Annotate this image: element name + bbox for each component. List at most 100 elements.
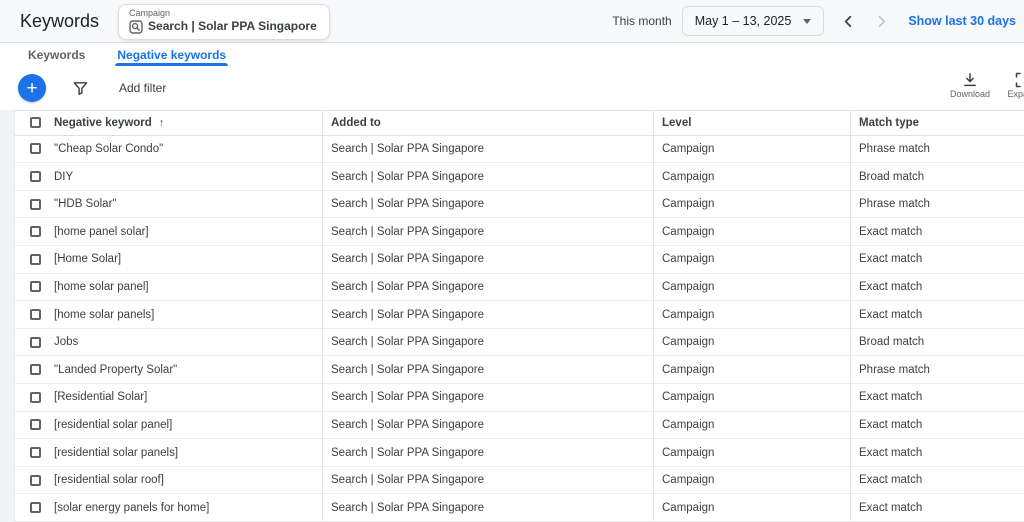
match-type-cell: Exact match <box>851 246 1024 273</box>
campaign-scope-chip[interactable]: Campaign Search | Solar PPA Singapore <box>118 4 330 40</box>
row-checkbox[interactable] <box>30 309 41 320</box>
match-type-cell: Exact match <box>851 412 1024 439</box>
match-type-cell: Exact match <box>851 301 1024 328</box>
previous-period-button[interactable] <box>840 13 857 30</box>
added-to-cell: Search | Solar PPA Singapore <box>323 439 654 466</box>
table-row[interactable]: "Landed Property Solar" Search | Solar P… <box>15 356 1024 384</box>
table-row[interactable]: DIY Search | Solar PPA Singapore Campaig… <box>15 163 1024 191</box>
table-row[interactable]: [solar energy panels for home] Search | … <box>15 494 1024 522</box>
add-negative-keyword-button[interactable]: + <box>18 74 46 102</box>
row-checkbox[interactable] <box>30 143 41 154</box>
table-row[interactable]: Jobs Search | Solar PPA Singapore Campai… <box>15 329 1024 357</box>
level-cell: Campaign <box>654 439 851 466</box>
filter-button[interactable] <box>72 80 89 97</box>
expand-icon <box>1015 72 1024 88</box>
added-to-cell: Search | Solar PPA Singapore <box>323 467 654 494</box>
download-icon <box>962 72 978 88</box>
column-header-level[interactable]: Level <box>654 111 851 135</box>
match-type-cell: Exact match <box>851 439 1024 466</box>
date-range-picker[interactable]: May 1 – 13, 2025 <box>682 6 825 36</box>
table-row[interactable]: [home solar panels] Search | Solar PPA S… <box>15 301 1024 329</box>
table-row[interactable]: [home panel solar] Search | Solar PPA Si… <box>15 218 1024 246</box>
table-row[interactable]: [residential solar roof] Search | Solar … <box>15 467 1024 495</box>
show-last-30-days-link[interactable]: Show last 30 days <box>908 14 1016 28</box>
date-range-value: May 1 – 13, 2025 <box>695 14 792 28</box>
row-checkbox[interactable] <box>30 475 41 486</box>
level-cell: Campaign <box>654 384 851 411</box>
match-type-cell: Phrase match <box>851 356 1024 383</box>
added-to-cell: Search | Solar PPA Singapore <box>323 246 654 273</box>
next-period-button[interactable] <box>873 13 890 30</box>
row-checkbox[interactable] <box>30 226 41 237</box>
date-preset-label: This month <box>612 14 671 28</box>
match-type-cell: Exact match <box>851 274 1024 301</box>
negative-keyword-cell: Jobs <box>54 336 78 348</box>
row-checkbox[interactable] <box>30 281 41 292</box>
level-cell: Campaign <box>654 218 851 245</box>
negative-keyword-cell: [Residential Solar] <box>54 391 147 403</box>
table-row[interactable]: [home solar panel] Search | Solar PPA Si… <box>15 274 1024 302</box>
level-cell: Campaign <box>654 274 851 301</box>
table-row[interactable]: [residential solar panels] Search | Sola… <box>15 439 1024 467</box>
negative-keyword-cell: [residential solar panel] <box>54 419 172 431</box>
level-cell: Campaign <box>654 356 851 383</box>
negative-keyword-cell: "Cheap Solar Condo" <box>54 143 163 155</box>
download-button[interactable]: Download <box>950 72 990 99</box>
tab-keywords[interactable]: Keywords <box>26 43 87 66</box>
keywords-tab-bar: Keywords Negative keywords <box>0 43 1024 66</box>
level-cell: Campaign <box>654 467 851 494</box>
add-filter-button[interactable]: Add filter <box>119 81 166 95</box>
tab-negative-keywords[interactable]: Negative keywords <box>115 43 228 66</box>
expand-button[interactable]: Expand <box>1007 72 1024 99</box>
table-row[interactable]: "Cheap Solar Condo" Search | Solar PPA S… <box>15 136 1024 164</box>
negative-keyword-cell: [home solar panel] <box>54 281 149 293</box>
row-checkbox[interactable] <box>30 392 41 403</box>
added-to-cell: Search | Solar PPA Singapore <box>323 412 654 439</box>
negative-keyword-cell: [Home Solar] <box>54 253 121 265</box>
added-to-cell: Search | Solar PPA Singapore <box>323 356 654 383</box>
chevron-right-icon <box>873 13 890 30</box>
added-to-cell: Search | Solar PPA Singapore <box>323 494 654 521</box>
row-checkbox[interactable] <box>30 171 41 182</box>
plus-icon: + <box>26 79 37 98</box>
download-label: Download <box>950 89 990 99</box>
negative-keyword-cell: [residential solar panels] <box>54 447 178 459</box>
select-all-checkbox[interactable] <box>30 117 41 128</box>
row-checkbox[interactable] <box>30 419 41 430</box>
added-to-cell: Search | Solar PPA Singapore <box>323 136 654 163</box>
row-checkbox[interactable] <box>30 337 41 348</box>
chevron-left-icon <box>840 13 857 30</box>
column-header-added-to[interactable]: Added to <box>323 111 654 135</box>
left-gutter <box>0 110 14 522</box>
match-type-cell: Phrase match <box>851 191 1024 218</box>
row-checkbox[interactable] <box>30 254 41 265</box>
level-cell: Campaign <box>654 412 851 439</box>
sort-ascending-icon: ↑ <box>159 117 165 129</box>
row-checkbox[interactable] <box>30 447 41 458</box>
filter-funnel-icon <box>72 80 89 97</box>
column-header-negative-keyword[interactable]: Negative keyword <box>54 117 152 129</box>
table-row[interactable]: "HDB Solar" Search | Solar PPA Singapore… <box>15 191 1024 219</box>
added-to-cell: Search | Solar PPA Singapore <box>323 301 654 328</box>
negative-keyword-cell: [solar energy panels for home] <box>54 502 209 514</box>
level-cell: Campaign <box>654 136 851 163</box>
level-cell: Campaign <box>654 494 851 521</box>
table-row[interactable]: [residential solar panel] Search | Solar… <box>15 412 1024 440</box>
search-campaign-icon <box>129 20 143 34</box>
caret-down-icon <box>803 19 811 24</box>
table-row[interactable]: [Residential Solar] Search | Solar PPA S… <box>15 384 1024 412</box>
row-checkbox[interactable] <box>30 502 41 513</box>
negative-keywords-table: Negative keyword ↑ Added to Level Match … <box>14 110 1024 522</box>
table-row[interactable]: [Home Solar] Search | Solar PPA Singapor… <box>15 246 1024 274</box>
match-type-cell: Broad match <box>851 329 1024 356</box>
campaign-chip-label: Campaign <box>129 8 317 19</box>
page-header: Keywords Campaign Search | Solar PPA Sin… <box>0 0 1024 43</box>
negative-keyword-cell: "HDB Solar" <box>54 198 117 210</box>
added-to-cell: Search | Solar PPA Singapore <box>323 384 654 411</box>
table-region: Negative keyword ↑ Added to Level Match … <box>0 110 1024 522</box>
level-cell: Campaign <box>654 246 851 273</box>
row-checkbox[interactable] <box>30 364 41 375</box>
campaign-chip-name: Search | Solar PPA Singapore <box>148 19 317 34</box>
column-header-match-type[interactable]: Match type <box>851 111 1024 135</box>
row-checkbox[interactable] <box>30 199 41 210</box>
